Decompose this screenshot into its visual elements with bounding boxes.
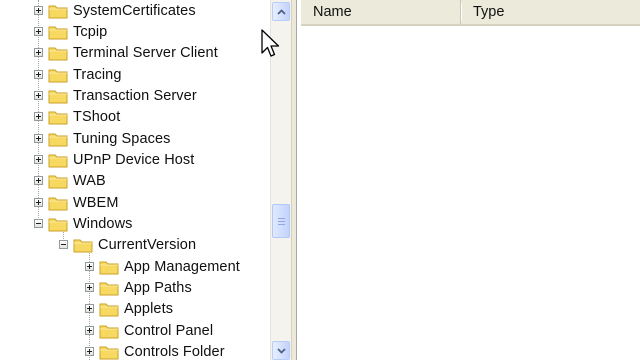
scroll-thumb[interactable]	[272, 204, 290, 238]
tree-item-app-management[interactable]: App Management	[85, 256, 240, 277]
tree-item-systemcertificates[interactable]: SystemCertificates	[34, 0, 196, 21]
minus-box-icon[interactable]	[34, 219, 43, 228]
tree-item-label: UPnP Device Host	[73, 151, 195, 168]
thumb-grip	[278, 221, 285, 222]
folder-icon	[99, 346, 119, 359]
scroll-up-button[interactable]	[272, 2, 290, 21]
tree-item-upnp-device-host[interactable]: UPnP Device Host	[34, 149, 194, 170]
tree-item-label: Terminal Server Client	[73, 44, 218, 61]
scroll-down-button[interactable]	[272, 341, 290, 360]
chevron-up-icon	[276, 8, 286, 15]
tree-item-currentversion[interactable]: CurrentVersion	[59, 234, 196, 255]
tree-item-label: App Paths	[124, 279, 192, 296]
tree-item-tuning-spaces[interactable]: Tuning Spaces	[34, 128, 171, 149]
tree-item-label: WBEM	[73, 194, 119, 211]
plus-box-icon[interactable]	[34, 134, 43, 143]
mouse-pointer-icon	[261, 29, 280, 57]
folder-icon	[48, 47, 68, 60]
plus-box-icon[interactable]	[34, 112, 43, 121]
tree-item-label: Tracing	[73, 66, 122, 83]
tree-item-terminal-server-client[interactable]: Terminal Server Client	[34, 42, 218, 63]
plus-box-icon[interactable]	[34, 70, 43, 79]
plus-box-icon[interactable]	[85, 304, 94, 313]
tree-item-label: Transaction Server	[73, 87, 197, 104]
folder-icon	[99, 261, 119, 274]
folder-icon	[48, 90, 68, 103]
folder-icon	[99, 282, 119, 295]
plus-box-icon[interactable]	[85, 262, 94, 271]
plus-box-icon[interactable]	[85, 347, 94, 356]
plus-box-icon[interactable]	[34, 176, 43, 185]
folder-icon	[48, 69, 68, 82]
tree-item-label: Tuning Spaces	[73, 130, 171, 147]
registry-tree[interactable]: SystemCertificates Tcpip Terminal Server…	[0, 0, 270, 360]
tree-item-label: SystemCertificates	[73, 2, 196, 19]
folder-icon	[48, 111, 68, 124]
folder-icon	[48, 26, 68, 39]
tree-item-label: Control Panel	[124, 322, 214, 339]
values-list[interactable]: Name Type	[297, 0, 640, 360]
tree-item-wab[interactable]: WAB	[34, 170, 106, 191]
plus-box-icon[interactable]	[34, 6, 43, 15]
tree-item-wbem[interactable]: WBEM	[34, 192, 119, 213]
tree-item-applets[interactable]: Applets	[85, 298, 173, 319]
thumb-grip	[278, 224, 285, 225]
tree-item-controls-folder[interactable]: Controls Folder	[85, 341, 225, 360]
plus-box-icon[interactable]	[85, 283, 94, 292]
tree-item-label: Windows	[73, 215, 133, 232]
plus-box-icon[interactable]	[34, 91, 43, 100]
tree-item-windows[interactable]: Windows	[34, 213, 133, 234]
plus-box-icon[interactable]	[85, 326, 94, 335]
folder-icon	[99, 325, 119, 338]
tree-item-label: Applets	[124, 300, 174, 317]
minus-box-icon[interactable]	[59, 240, 68, 249]
tree-item-label: App Management	[124, 258, 240, 275]
column-header-name[interactable]: Name	[301, 0, 462, 24]
tree-item-transaction-server[interactable]: Transaction Server	[34, 85, 197, 106]
tree-item-tshoot[interactable]: TShoot	[34, 106, 120, 127]
tree-item-label: Tcpip	[73, 23, 108, 40]
folder-icon	[48, 133, 68, 146]
thumb-grip	[278, 218, 285, 219]
folder-icon	[48, 175, 68, 188]
folder-icon	[73, 239, 93, 252]
folder-icon	[48, 154, 68, 167]
column-header-type[interactable]: Type	[461, 0, 640, 24]
folder-icon	[48, 5, 68, 18]
list-header: Name Type	[301, 0, 640, 26]
tree-item-control-panel[interactable]: Control Panel	[85, 320, 213, 341]
folder-icon	[48, 197, 68, 210]
plus-box-icon[interactable]	[34, 198, 43, 207]
column-header-label: Name	[313, 4, 352, 20]
folder-icon	[48, 218, 68, 231]
tree-item-label: WAB	[73, 172, 106, 189]
tree-item-tcpip[interactable]: Tcpip	[34, 21, 107, 42]
tree-item-tracing[interactable]: Tracing	[34, 64, 122, 85]
tree-item-label: TShoot	[73, 108, 121, 125]
tree-item-label: Controls Folder	[124, 343, 225, 360]
tree-item-app-paths[interactable]: App Paths	[85, 277, 192, 298]
folder-icon	[99, 303, 119, 316]
plus-box-icon[interactable]	[34, 27, 43, 36]
column-header-label: Type	[473, 4, 505, 20]
plus-box-icon[interactable]	[34, 155, 43, 164]
plus-box-icon[interactable]	[34, 48, 43, 57]
chevron-down-icon	[276, 347, 286, 354]
tree-item-label: CurrentVersion	[98, 236, 197, 253]
